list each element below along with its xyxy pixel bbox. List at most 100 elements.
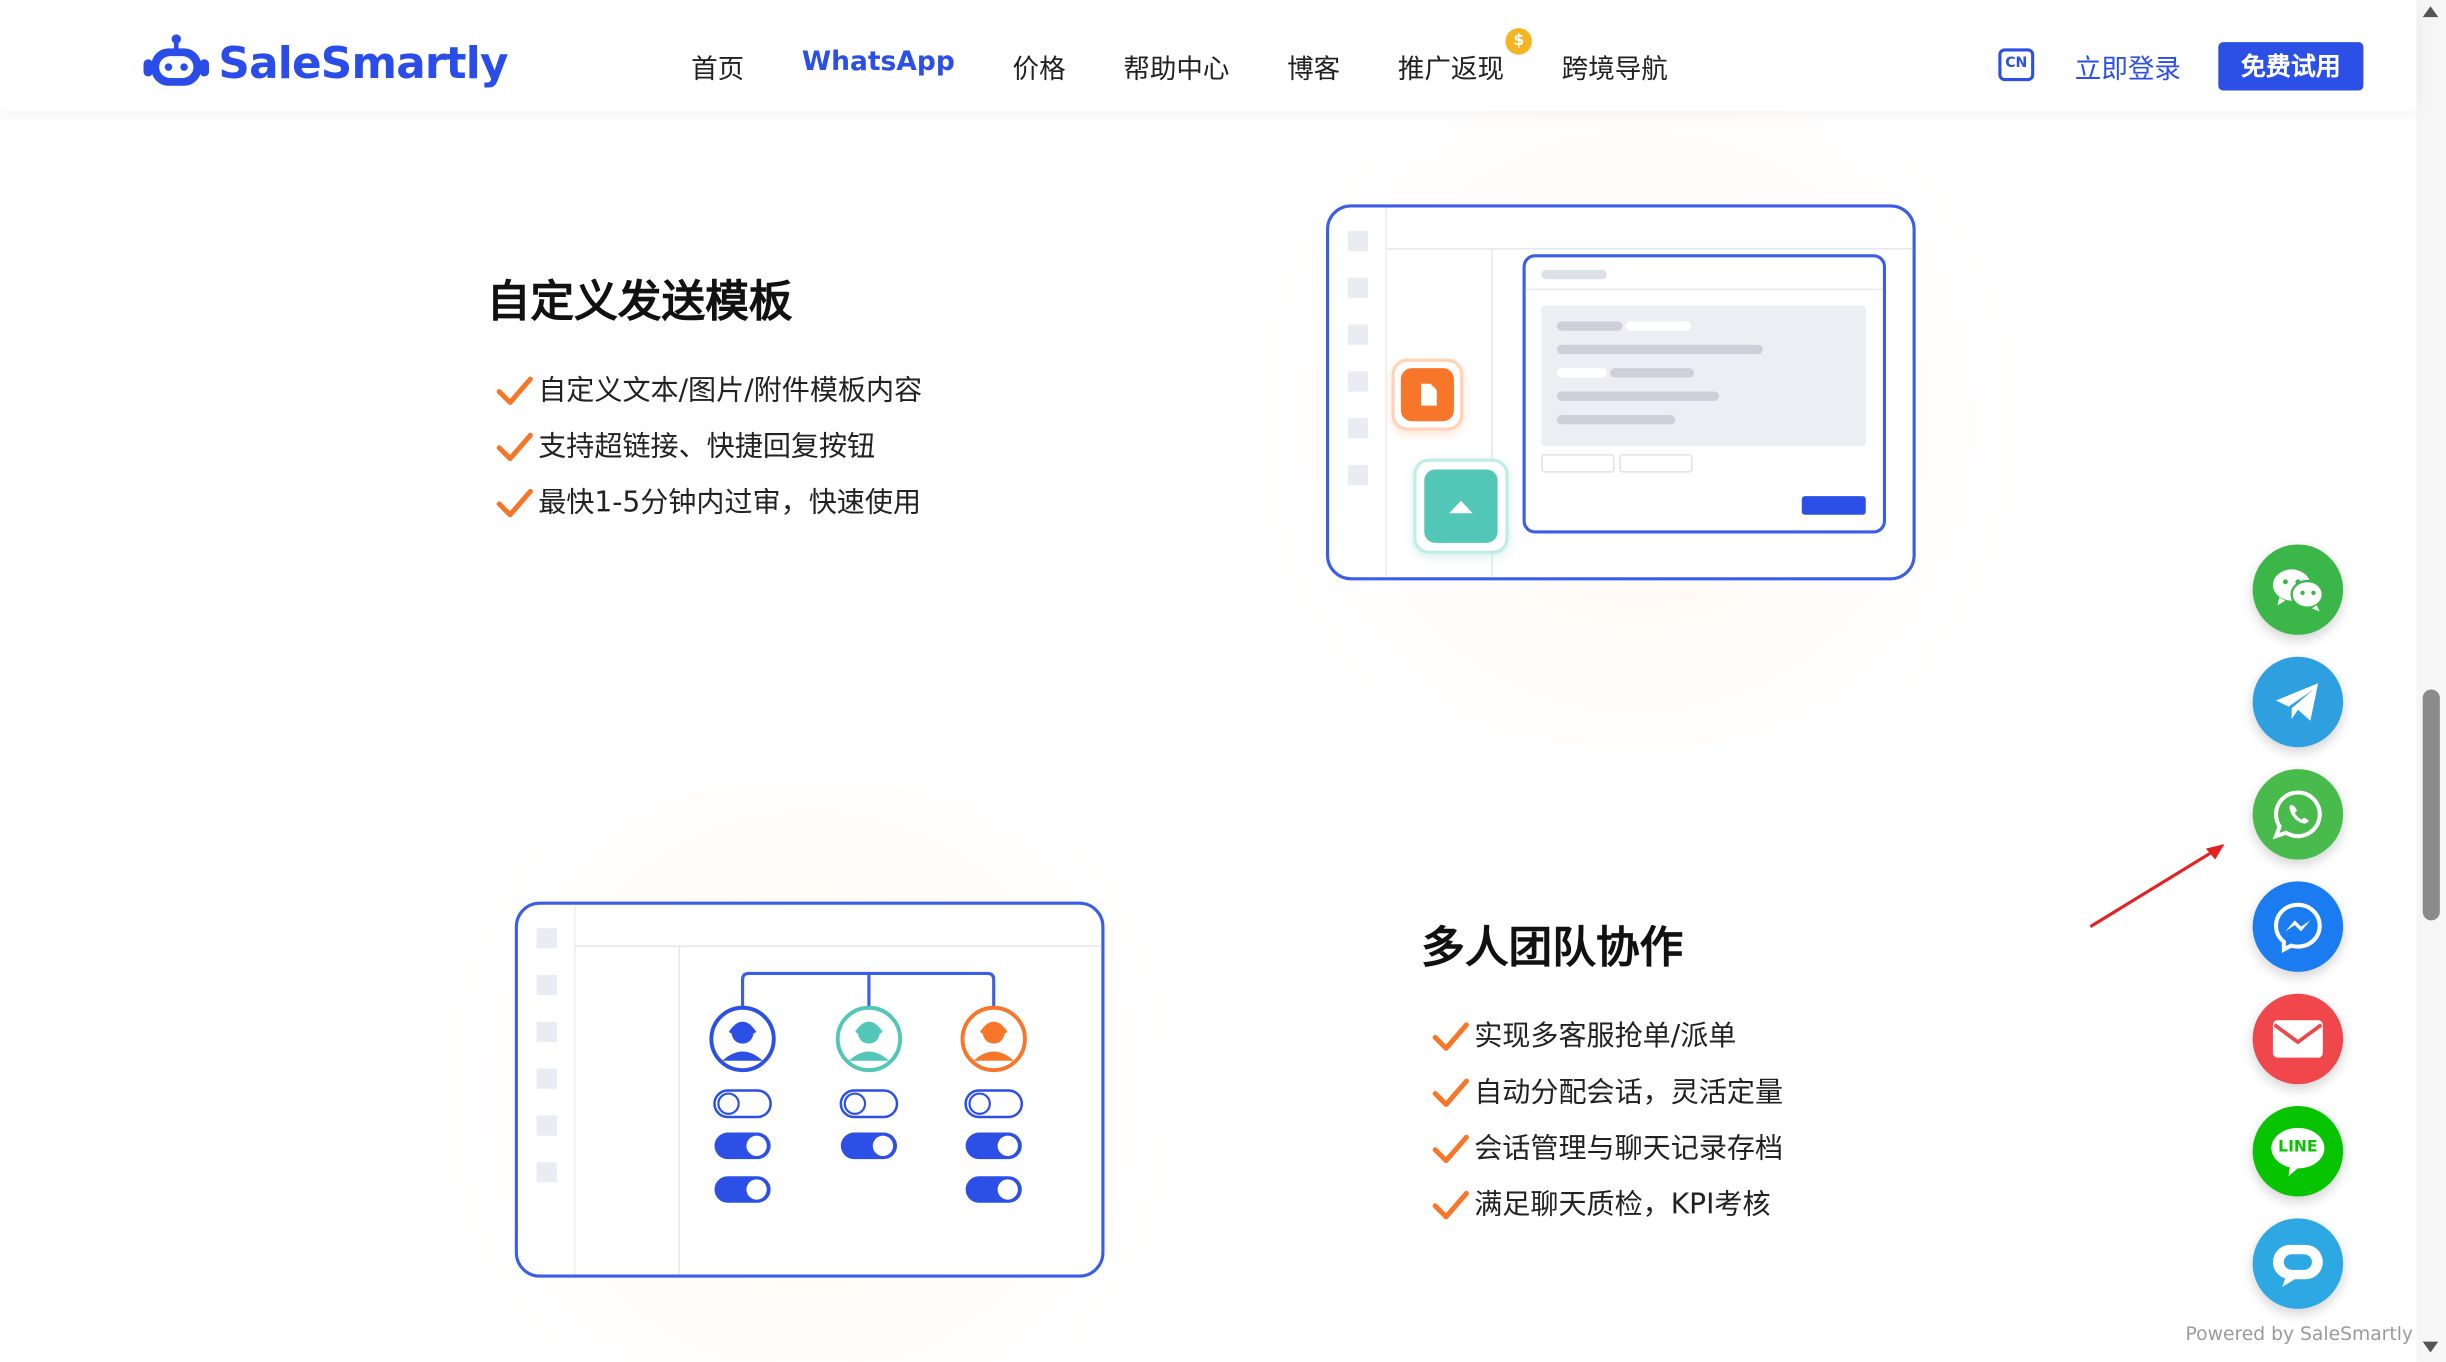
section2-feature-list: 实现多客服抢单/派单 自动分配会话，灵活定量 会话管理与聊天记录存档 满足聊天质…: [1432, 1009, 1783, 1234]
rail-square: [1347, 464, 1369, 486]
email-button[interactable]: [2252, 993, 2344, 1085]
nav-item-cross-border-nav[interactable]: 跨境导航: [1562, 47, 1668, 86]
robot-logo-icon: [143, 34, 210, 86]
livechat-button[interactable]: [2252, 1218, 2344, 1309]
card-line: [1541, 269, 1607, 280]
nav-item-help-center[interactable]: 帮助中心: [1123, 47, 1229, 86]
toggle-off-icon: [713, 1089, 772, 1119]
brand-logo[interactable]: SaleSmartly: [143, 31, 508, 93]
line-button[interactable]: LINE: [2252, 1106, 2344, 1197]
rail-square: [1347, 371, 1369, 392]
feature-text: 自定义文本/图片/附件模板内容: [538, 374, 923, 408]
feature-text: 自动分配会话，灵活定量: [1474, 1076, 1784, 1110]
scroll-down-arrow-icon[interactable]: [2422, 1341, 2439, 1353]
brand-name: SaleSmartly: [218, 36, 508, 89]
feature-text: 实现多客服抢单/派单: [1474, 1020, 1737, 1053]
toggle-off-icon: [964, 1089, 1024, 1119]
list-item: 会话管理与聊天记录存档: [1432, 1122, 1783, 1178]
nav-item-whatsapp[interactable]: WhatsApp: [802, 47, 955, 86]
messenger-icon: [2274, 902, 2322, 953]
template-preview-box: [1541, 305, 1866, 447]
nav-item-pricing[interactable]: 价格: [1013, 47, 1066, 86]
pointer-arrow-annotation: [2089, 843, 2225, 928]
list-item: 支持超链接、快捷回复按钮: [496, 420, 922, 476]
team-diagram: [709, 971, 1027, 1203]
agent-avatar-icon: [709, 1005, 776, 1073]
rail-square: [1347, 277, 1369, 298]
powered-by-label[interactable]: Powered by SaleSmartly: [2186, 1323, 2413, 1345]
checkmark-icon: [1432, 1078, 1469, 1107]
rail-square: [1347, 418, 1369, 439]
chat-bubble-icon: [2272, 1244, 2323, 1287]
template-illustration: [1326, 204, 1916, 581]
language-icon[interactable]: CN: [1998, 48, 2035, 82]
coin-icon: $: [1505, 28, 1533, 55]
section1-title: 自定义发送模板: [486, 276, 793, 328]
toggle-on-icon: [965, 1176, 1022, 1203]
section2-title: 多人团队协作: [1421, 921, 1684, 974]
whatsapp-button[interactable]: [2252, 769, 2344, 860]
agent-avatar-icon: [835, 1005, 903, 1073]
feature-text: 最快1-5分钟内过审，快速使用: [538, 486, 922, 520]
list-item: 实现多客服抢单/派单: [1432, 1009, 1783, 1065]
section1-feature-list: 自定义文本/图片/附件模板内容 支持超链接、快捷回复按钮 最快1-5分钟内过审，…: [496, 363, 922, 531]
image-icon-tile: [1413, 458, 1509, 554]
nav-item-referral-label: 推广返现: [1397, 54, 1504, 86]
card-button-outline: [1541, 453, 1615, 473]
main-nav: 首页 WhatsApp 价格 帮助中心 博客 推广返现 $ 跨境导航: [691, 28, 1725, 86]
preview-line: [1556, 344, 1763, 355]
wechat-button[interactable]: [2252, 544, 2344, 635]
image-icon: [1424, 469, 1498, 543]
scrollbar-thumb[interactable]: [2422, 689, 2440, 921]
card-header-divider: [1525, 288, 1883, 291]
toggle-on-icon: [965, 1132, 1022, 1160]
toggle-off-icon: [839, 1089, 899, 1119]
toggle-on-icon: [714, 1176, 771, 1203]
free-trial-button[interactable]: 免费试用: [2218, 42, 2364, 91]
card-button-outline: [1619, 453, 1693, 473]
telegram-button[interactable]: [2252, 656, 2344, 748]
list-item: 最快1-5分钟内过审，快速使用: [496, 476, 922, 532]
template-card: [1522, 254, 1887, 534]
top-navbar: SaleSmartly 首页 WhatsApp 价格 帮助中心 博客 推广返现 …: [0, 0, 2417, 111]
list-item: 自定义文本/图片/附件模板内容: [496, 363, 922, 419]
messenger-button[interactable]: [2252, 881, 2344, 972]
preview-line: [1625, 321, 1692, 331]
preview-line: [1556, 414, 1676, 425]
nav-item-blog[interactable]: 博客: [1287, 47, 1340, 86]
whatsapp-icon: [2272, 790, 2322, 840]
feature-text: 支持超链接、快捷回复按钮: [538, 430, 876, 464]
scrollbar-track[interactable]: [2416, 0, 2446, 1362]
list-item: 满足聊天质检，KPI考核: [1432, 1178, 1783, 1234]
login-link[interactable]: 立即登录: [2075, 47, 2181, 86]
list-item: 自动分配会话，灵活定量: [1432, 1065, 1783, 1121]
nav-item-referral[interactable]: 推广返现 $: [1397, 28, 1533, 86]
toggle-on-icon: [714, 1132, 771, 1160]
nav-item-home[interactable]: 首页: [691, 47, 744, 86]
email-icon: [2272, 1020, 2323, 1058]
checkmark-icon: [496, 432, 533, 462]
preview-line: [1609, 368, 1695, 378]
file-icon-tile: [1391, 358, 1464, 431]
checkmark-icon: [1432, 1190, 1469, 1220]
checkmark-icon: [496, 376, 533, 405]
preview-line: [1556, 391, 1720, 401]
preview-line: [1556, 321, 1623, 331]
document-icon: [1421, 383, 1437, 406]
file-icon: [1400, 368, 1454, 422]
telegram-icon: [2276, 683, 2319, 721]
illustration-topbar: [1385, 248, 1913, 250]
scroll-up-arrow-icon[interactable]: [2422, 6, 2439, 18]
checkmark-icon: [496, 488, 533, 518]
illustration-rail-divider: [1385, 207, 1387, 578]
feature-text: 会话管理与聊天记录存档: [1474, 1132, 1784, 1166]
agent-avatar-icon: [960, 1005, 1027, 1073]
feature-text: 满足聊天质检，KPI考核: [1474, 1188, 1771, 1222]
rail-square: [1347, 324, 1369, 345]
rail-square: [1347, 230, 1369, 252]
checkmark-icon: [1432, 1134, 1469, 1164]
mountain-icon: [1449, 500, 1473, 514]
card-submit-bar: [1801, 496, 1866, 515]
team-illustration: [514, 901, 1105, 1278]
checkmark-icon: [1432, 1022, 1469, 1051]
